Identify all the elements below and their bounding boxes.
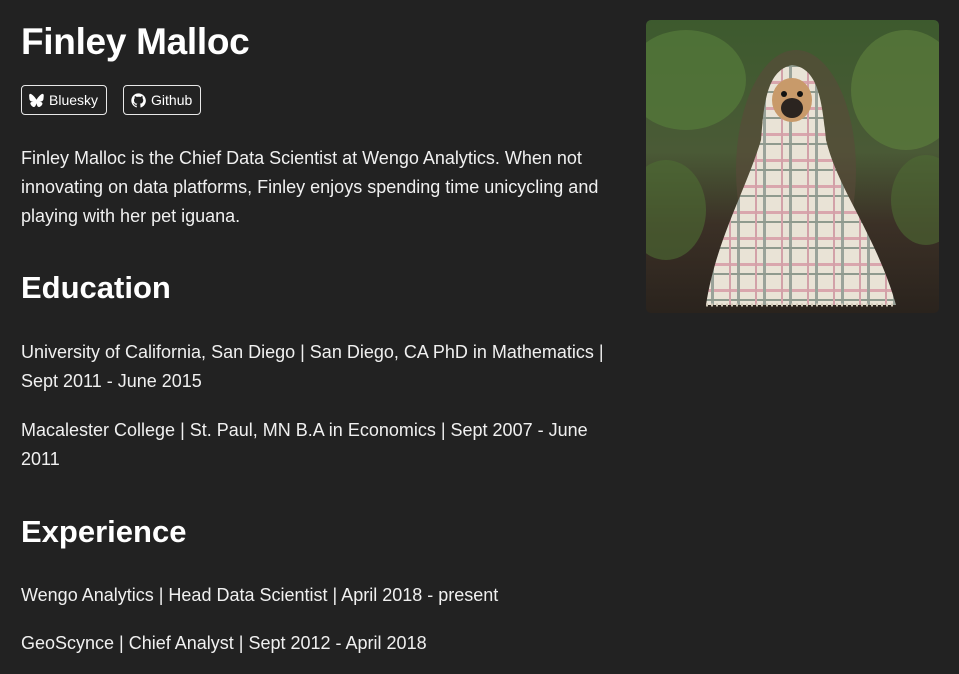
education-item: Macalester College | St. Paul, MN B.A in… (21, 420, 588, 469)
butterfly-icon (29, 93, 44, 108)
profile-photo (646, 20, 939, 313)
bluesky-link-button[interactable]: Bluesky (21, 85, 108, 115)
experience-heading: Experience (21, 514, 187, 549)
profile-name: Finley Malloc (21, 21, 250, 62)
education-item: University of California, San Diego | Sa… (21, 342, 604, 391)
github-link-button[interactable]: Github (123, 85, 202, 115)
experience-item: GeoScynce | Chief Analyst | Sept 2012 - … (21, 633, 427, 653)
github-label: Github (151, 92, 193, 108)
experience-item: Wengo Analytics | Head Data Scientist | … (21, 585, 499, 605)
bluesky-label: Bluesky (49, 92, 99, 108)
social-links: Bluesky Github (21, 85, 202, 115)
github-icon (131, 92, 146, 108)
profile-bio: Finley Malloc is the Chief Data Scientis… (21, 148, 599, 226)
education-heading: Education (21, 270, 171, 305)
